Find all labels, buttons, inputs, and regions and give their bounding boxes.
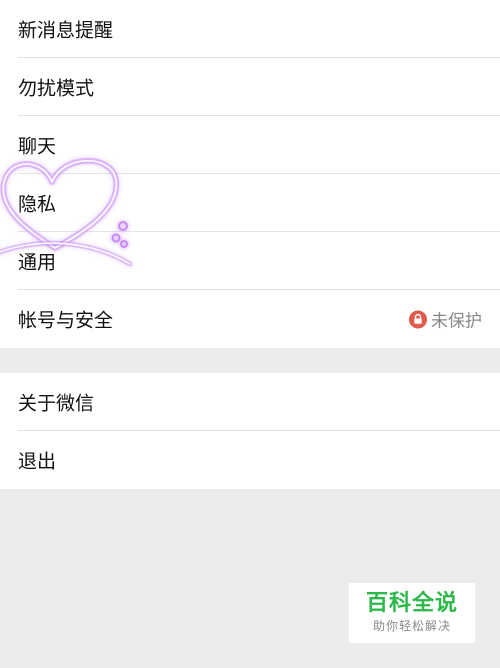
settings-item-label: 隐私 <box>18 193 57 216</box>
settings-item-about-wechat[interactable]: 关于微信 <box>0 373 500 431</box>
settings-group-secondary: 关于微信 退出 <box>0 373 500 489</box>
watermark-title: 百科全说 <box>365 591 458 616</box>
settings-item-label: 关于微信 <box>18 392 95 415</box>
settings-item-do-not-disturb[interactable]: 勿扰模式 <box>0 58 500 116</box>
settings-item-label: 退出 <box>18 450 57 473</box>
settings-item-label: 帐号与安全 <box>18 309 114 332</box>
watermark-subtitle: 助你轻松解决 <box>372 619 451 633</box>
settings-item-privacy[interactable]: 隐私 <box>0 174 500 232</box>
settings-item-label: 通用 <box>18 251 57 274</box>
settings-item-logout[interactable]: 退出 <box>0 431 500 489</box>
settings-item-new-message-notify[interactable]: 新消息提醒 <box>0 0 500 58</box>
account-protection-status: 未保护 <box>409 307 482 332</box>
settings-item-label: 新消息提醒 <box>18 19 114 42</box>
settings-item-label: 勿扰模式 <box>18 77 95 100</box>
lock-icon <box>409 310 427 328</box>
settings-item-label: 聊天 <box>18 135 57 158</box>
watermark-logo: 百科全说 助你轻松解决 <box>349 583 475 643</box>
settings-item-chat[interactable]: 聊天 <box>0 116 500 174</box>
settings-item-account-security[interactable]: 帐号与安全 未保护 <box>0 290 500 348</box>
settings-item-general[interactable]: 通用 <box>0 232 500 290</box>
settings-group-main: 新消息提醒 勿扰模式 聊天 隐私 通用 帐号与安全 未保护 <box>0 0 500 348</box>
protection-status-text: 未保护 <box>431 311 482 332</box>
